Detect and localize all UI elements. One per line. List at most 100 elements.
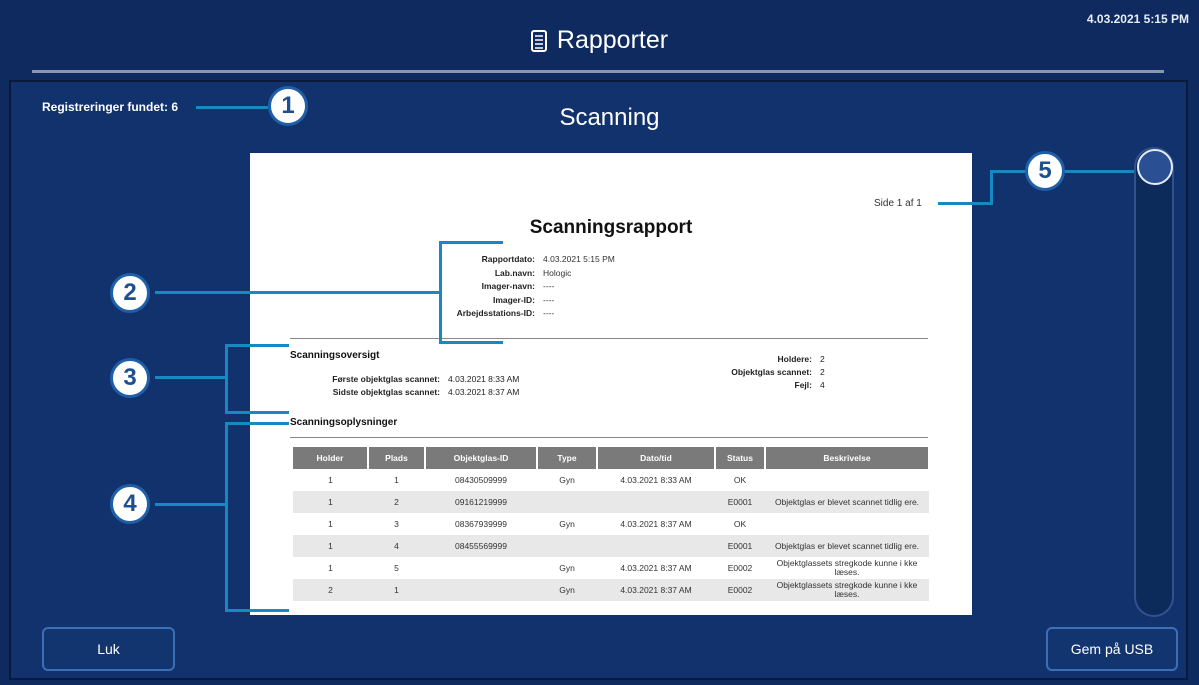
callout-5-line xyxy=(990,170,1030,173)
callout-2-line xyxy=(155,291,441,294)
overview-left: Første objektglas scannet: 4.03.2021 8:33… xyxy=(290,373,519,399)
callout-4: 4 xyxy=(110,484,150,524)
table-cell: E0001 xyxy=(715,535,765,557)
table-cell: 2 xyxy=(368,491,425,513)
table-cell: Objektglas er blevet scannet tidlig ere. xyxy=(765,491,929,513)
meta-value: Hologic xyxy=(543,267,572,278)
overview-row: Sidste objektglas scannet: 4.03.2021 8:37… xyxy=(290,386,520,399)
overview-row: Fejl: 4 xyxy=(670,379,825,392)
report-metadata: Rapportdato: 4.03.2021 5:15 PM Lab.navn: H… xyxy=(370,253,615,321)
report-divider xyxy=(290,338,928,339)
meta-value: 4.03.2021 5:15 PM xyxy=(543,254,615,264)
table-cell: 4 xyxy=(368,535,425,557)
table-cell: E0002 xyxy=(715,579,765,601)
meta-key: Rapportdato: xyxy=(481,254,535,264)
table-cell: 3 xyxy=(394,518,399,529)
table-row: 1 1 08430509999 Gyn 4.03.2021 8:33 AM OK xyxy=(293,469,929,491)
overview-heading: Scanningsoversigt xyxy=(290,350,380,361)
overview-value: 4.03.2021 8:33 AM xyxy=(448,374,520,384)
meta-key: Imager-ID: xyxy=(492,294,535,305)
table-row: 1 3 08367939999 Gyn 4.03.2021 8:37 AM OK xyxy=(293,513,929,535)
callout-4-bracket xyxy=(225,609,289,612)
callout-3-bracket xyxy=(225,344,289,347)
report-divider xyxy=(290,437,928,438)
table-cell: 1 xyxy=(368,579,425,601)
overview-row: Holdere: 2 xyxy=(670,353,825,366)
close-button[interactable]: Luk xyxy=(42,627,175,671)
meta-value: ---- xyxy=(543,308,555,319)
column-header: Objektglas-ID xyxy=(425,447,538,469)
table-cell: 4.03.2021 8:37 AM xyxy=(620,518,692,529)
app-screen: 4.03.2021 5:15 PM Rapporter Registrering… xyxy=(0,0,1199,685)
table-cell: 1 xyxy=(293,535,368,557)
callout-2-bracket xyxy=(439,241,503,244)
column-header: Holder xyxy=(293,447,369,469)
meta-row: Lab.navn: Hologic xyxy=(370,267,615,281)
report-preview[interactable]: Side 1 af 1 Scanningsrapport Rapportdato… xyxy=(250,153,972,615)
overview-key: Holdere: xyxy=(777,354,812,364)
callout-3: 3 xyxy=(110,358,150,398)
meta-row: Rapportdato: 4.03.2021 5:15 PM xyxy=(370,253,615,267)
meta-row: Imager-ID: ---- xyxy=(370,294,615,308)
overview-value: 2 xyxy=(820,367,825,378)
callout-3-bracket xyxy=(225,344,228,414)
overview-key: Fejl: xyxy=(794,380,812,391)
table-cell xyxy=(425,557,537,579)
overview-row: Objektglas scannet: 2 xyxy=(670,366,825,379)
table-cell: 1 xyxy=(328,562,333,573)
table-cell: E0002 xyxy=(727,562,753,573)
column-header: Type xyxy=(537,447,598,469)
table-cell: 4.03.2021 8:33 AM xyxy=(620,474,692,485)
page-title-wrap: Rapporter xyxy=(0,26,1199,59)
report-title: Scanningsrapport xyxy=(529,217,693,238)
table-cell xyxy=(537,535,597,557)
table-header-row: Holder Plads Objektglas-ID Type Dato/tid… xyxy=(293,447,930,469)
header-divider xyxy=(32,70,1164,73)
callout-5: 5 xyxy=(1025,151,1065,191)
table-cell: Gyn xyxy=(559,562,575,573)
callout-5-line xyxy=(990,170,993,205)
column-header: Plads xyxy=(368,447,426,469)
document-icon xyxy=(530,30,547,59)
table-cell: 1 xyxy=(293,491,368,513)
overview-value: 4.03.2021 8:37 AM xyxy=(448,387,520,397)
overview-right: Holdere: 2 Objektglas scannet: 2 Fejl: 4 xyxy=(670,353,825,393)
overview-key: Første objektglas scannet: xyxy=(332,374,440,384)
header-timestamp: 4.03.2021 5:15 PM xyxy=(1086,12,1189,26)
table-cell: 5 xyxy=(394,562,399,573)
table-cell xyxy=(597,491,715,513)
details-heading: Scanningsoplysninger xyxy=(290,417,398,428)
scrollbar-track[interactable] xyxy=(1134,147,1174,617)
table-cell: Gyn xyxy=(559,518,575,529)
table-cell: 1 xyxy=(394,474,399,485)
save-to-usb-button[interactable]: Gem på USB xyxy=(1046,627,1178,671)
overview-key: Objektglas scannet: xyxy=(731,367,812,378)
table-cell xyxy=(765,513,929,535)
overview-value: 2 xyxy=(820,354,825,364)
table-cell: Gyn xyxy=(537,579,597,601)
scrollbar-thumb[interactable] xyxy=(1137,149,1173,185)
column-header: Status xyxy=(715,447,766,469)
table-row: 2 1 Gyn 4.03.2021 8:37 AM E0002 Objektgl… xyxy=(293,579,929,601)
overview-key: Sidste objektglas scannet: xyxy=(332,387,440,397)
panel-title: Scanning xyxy=(559,104,660,131)
table-cell: Objektglas er blevet scannet tidlig ere. xyxy=(765,535,929,557)
callout-2: 2 xyxy=(110,273,150,313)
overview-row: Første objektglas scannet: 4.03.2021 8:33… xyxy=(290,373,519,386)
column-header: Dato/tid xyxy=(597,447,716,469)
column-header: Beskrivelse xyxy=(765,447,930,469)
callout-4-bracket xyxy=(225,422,228,612)
table-cell xyxy=(425,579,537,601)
table-cell: Objektglassets stregkode kunne i kke læs… xyxy=(776,558,918,577)
header-bar: 4.03.2021 5:15 PM Rapporter xyxy=(0,0,1199,73)
table-cell: 08430509999 xyxy=(454,474,507,485)
table-cell: 08455569999 xyxy=(425,535,537,557)
table-cell: 4.03.2021 8:37 AM xyxy=(597,579,715,601)
table-row: 1 5 Gyn 4.03.2021 8:37 AM E0002 Objektgl… xyxy=(293,557,929,579)
meta-value: ---- xyxy=(543,281,555,292)
table-cell: 08367939999 xyxy=(454,518,507,529)
meta-row: Arbejdsstations-ID: ---- xyxy=(370,307,615,321)
table-cell xyxy=(597,535,715,557)
table-cell: 4.03.2021 8:37 AM xyxy=(620,562,692,573)
table-row: 1 2 09161219999 E0001 Objektglas er blev… xyxy=(293,491,929,513)
